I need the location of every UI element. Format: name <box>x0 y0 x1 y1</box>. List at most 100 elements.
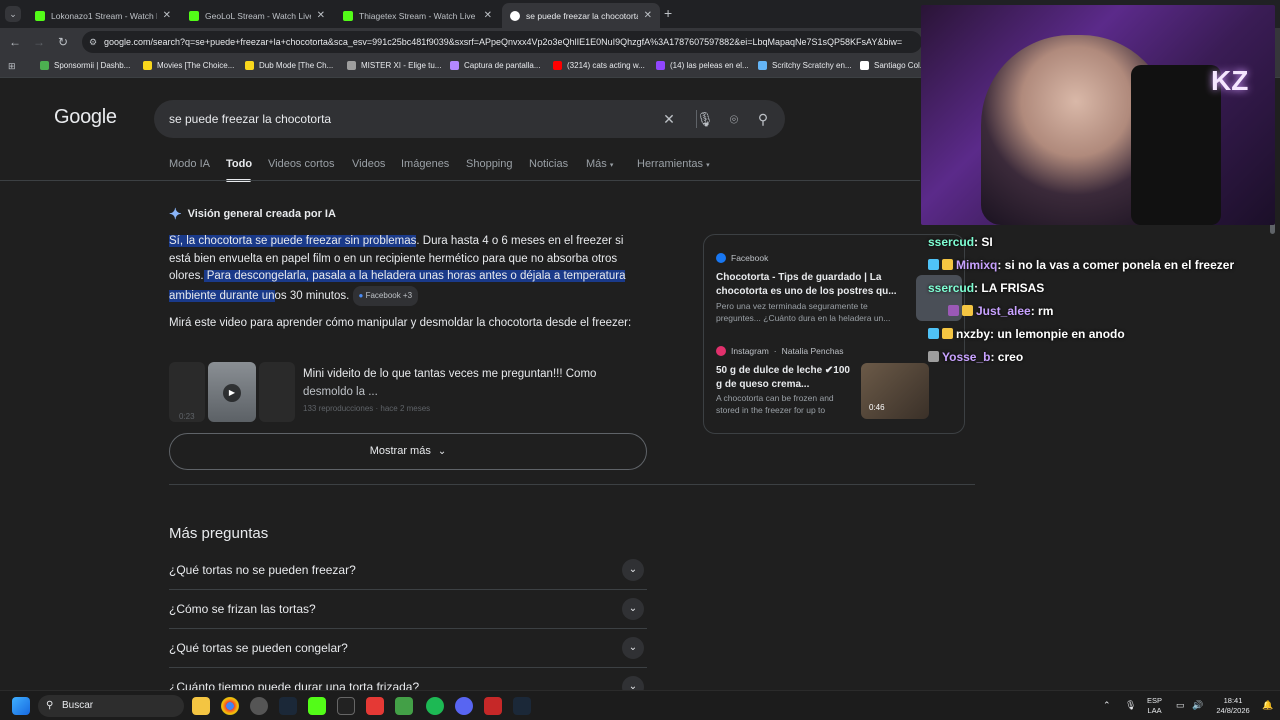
search-input[interactable]: se puede freezar la chocotorta <box>169 112 331 126</box>
bookmark-item[interactable]: (3214) cats acting w... <box>553 61 645 70</box>
video-result[interactable]: ▶ 0:23 Mini videito de lo que tantas vec… <box>169 362 647 422</box>
bookmark-item[interactable]: Captura de pantalla... <box>450 61 541 70</box>
language-indicator[interactable]: ESP LAA <box>1147 696 1162 716</box>
question-row[interactable]: ¿Cuánto tiempo puede durar una torta fri… <box>169 668 647 690</box>
bookmark-label: (14) las peleas en el... <box>670 61 749 70</box>
card-title[interactable]: 50 g de dulce de leche ✔100 g de queso c… <box>716 364 854 391</box>
chat-message: Just_alee: rm <box>948 304 1053 318</box>
source-pill[interactable]: ● Facebook +3 <box>352 286 419 306</box>
kick-icon[interactable] <box>308 697 326 715</box>
chevron-down-icon[interactable]: ⌄ <box>622 637 644 659</box>
bookmark-item[interactable]: Sponsormii | Dashb... <box>40 61 130 70</box>
chevron-down-icon[interactable]: ⌄ <box>622 559 644 581</box>
card-title[interactable]: Chocotorta - Tips de guardado | La choco… <box>716 271 902 298</box>
obs-icon[interactable] <box>337 697 355 715</box>
mic-icon[interactable]: 🎙 <box>696 110 714 128</box>
show-more-button[interactable]: Mostrar más ⌄ <box>169 433 647 470</box>
source-name: Instagram <box>731 346 769 356</box>
card-source: Facebook <box>716 253 768 263</box>
browser-tab-active[interactable]: se puede freezar la chocotorta ✕ <box>502 3 660 28</box>
site-info-icon[interactable]: ⚙ <box>89 31 97 53</box>
neon-sign-logo: KZ <box>1211 65 1249 96</box>
badge-icon <box>928 328 939 339</box>
spotify-icon[interactable] <box>426 697 444 715</box>
more-questions-heading: Más preguntas <box>169 525 269 542</box>
back-icon[interactable]: ← <box>7 34 23 50</box>
notifications-icon[interactable]: 🔔 <box>1262 700 1273 710</box>
search-icon: ⚲ <box>46 700 54 711</box>
kick-icon <box>189 10 199 21</box>
app-icon[interactable] <box>250 697 268 715</box>
microphone-shape <box>1131 65 1221 225</box>
chat-message: Mimixq: si no la vas a comer ponela en e… <box>928 258 1234 272</box>
chevron-down-icon[interactable]: ⌄ <box>622 676 644 690</box>
chevron-down-icon[interactable]: ⌄ <box>622 598 644 620</box>
browser-tab[interactable]: Thiagetex Stream - Watch Live ✕ <box>335 3 500 28</box>
lens-icon[interactable]: ⌾ <box>725 110 743 128</box>
search-icon[interactable]: ⚲ <box>754 110 772 128</box>
bookmark-item[interactable]: Santiago Col... <box>860 61 926 70</box>
close-icon[interactable]: ✕ <box>163 10 171 21</box>
clear-icon[interactable]: ✕ <box>660 110 678 128</box>
windows-start-icon[interactable] <box>12 697 30 715</box>
tab-videos-cortos[interactable]: Videos cortos <box>268 158 334 170</box>
video-title-text: Mini videito de lo que tantas veces me p… <box>303 368 597 380</box>
bookmark-item[interactable]: Dub Mode [The Ch... <box>245 61 333 70</box>
bookmark-item[interactable]: MISTER XI - Elige tu... <box>347 61 441 70</box>
bookmark-item[interactable]: Movies [The Choice... <box>143 61 234 70</box>
volume-icon[interactable]: 🔊 <box>1192 700 1203 710</box>
question-row[interactable]: ¿Qué tortas se pueden congelar? ⌄ <box>169 629 647 668</box>
tab-title: Lokonazo1 Stream - Watch Live <box>51 10 157 21</box>
chat-username: Just_alee <box>976 304 1031 318</box>
bookmark-item[interactable]: Scritchy Scratchy en... <box>758 61 852 70</box>
file-explorer-icon[interactable] <box>192 697 210 715</box>
reload-icon[interactable]: ↻ <box>55 34 71 50</box>
clock[interactable]: 18:41 24/8/2026 <box>1212 696 1254 716</box>
browser-tab[interactable]: GeoLoL Stream - Watch Live ✕ <box>181 3 333 28</box>
video-title[interactable]: Mini videito de lo que tantas veces me p… <box>303 366 643 401</box>
card-video-thumbnail[interactable]: 0:46 <box>861 363 929 419</box>
chat-text: : rm <box>1030 304 1054 318</box>
search-box[interactable]: se puede freezar la chocotorta ✕ 🎙 ⌾ ⚲ <box>154 100 785 138</box>
question-row[interactable]: ¿Cómo se frizan las tortas? ⌄ <box>169 590 647 629</box>
address-bar[interactable]: ⚙ google.com/search?q=se+puede+freezar+l… <box>82 31 922 53</box>
chevron-up-icon[interactable]: ⌃ <box>1103 700 1111 710</box>
bookmark-icon <box>450 61 459 70</box>
app-icon[interactable] <box>395 697 413 715</box>
tab-shopping[interactable]: Shopping <box>466 158 513 170</box>
google-logo[interactable]: Google <box>54 106 117 129</box>
mic-icon[interactable]: 🎙 <box>1125 700 1136 710</box>
forward-icon[interactable]: → <box>31 34 47 50</box>
steam-icon[interactable] <box>279 697 297 715</box>
app-icon[interactable] <box>366 697 384 715</box>
apps-icon[interactable]: ⊞ <box>8 61 16 72</box>
video-thumbnail[interactable]: ▶ <box>208 362 256 422</box>
app-icon[interactable] <box>484 697 502 715</box>
tab-mas[interactable]: Más ▾ <box>586 158 613 170</box>
network-icon[interactable]: ▭ <box>1176 700 1185 710</box>
tab-herramientas[interactable]: Herramientas ▾ <box>637 158 710 170</box>
close-icon[interactable]: ✕ <box>317 10 325 21</box>
chat-message: ssercud: SI <box>928 235 993 249</box>
new-tab-button[interactable]: + <box>664 5 672 21</box>
lang-text: ESP <box>1147 696 1163 705</box>
close-icon[interactable]: ✕ <box>644 10 652 21</box>
bookmark-item[interactable]: (14) las peleas en el... <box>656 61 749 70</box>
browser-tab[interactable]: Lokonazo1 Stream - Watch Live ✕ <box>27 3 179 28</box>
tab-noticias[interactable]: Noticias <box>529 158 568 170</box>
chat-message: nxzby: un lemonpie en anodo <box>928 327 1125 341</box>
tab-modo-ia[interactable]: Modo IA <box>169 158 210 170</box>
taskbar-search[interactable]: ⚲ Buscar <box>38 695 184 717</box>
discord-icon[interactable] <box>455 697 473 715</box>
video-duration: 0:23 <box>179 412 195 421</box>
chrome-icon[interactable] <box>221 697 239 715</box>
question-row[interactable]: ¿Qué tortas no se pueden freezar? ⌄ <box>169 551 647 590</box>
tab-videos[interactable]: Videos <box>352 158 385 170</box>
play-icon[interactable]: ▶ <box>223 384 241 402</box>
tab-imagenes[interactable]: Imágenes <box>401 158 449 170</box>
tab-list-chevron-icon[interactable]: ⌄ <box>5 6 21 22</box>
steam-icon[interactable] <box>513 697 531 715</box>
tab-todo[interactable]: Todo <box>226 158 252 170</box>
badge-icon <box>928 351 939 362</box>
close-icon[interactable]: ✕ <box>484 10 492 21</box>
